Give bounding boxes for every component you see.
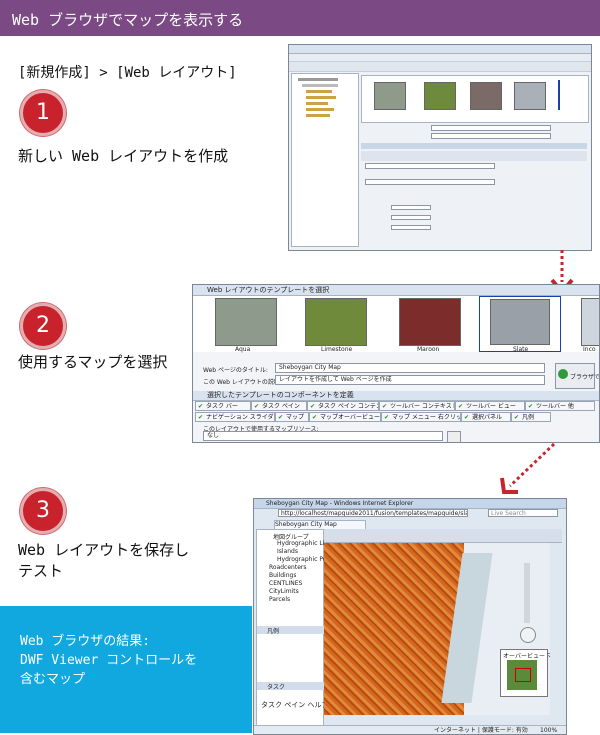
tab-task-pane[interactable]: タスク ペイン	[251, 401, 307, 411]
step-3-label-line1: Web レイアウトを保存し	[18, 541, 190, 559]
tab-toolbar-context[interactable]: ツールバー コンテキスト	[379, 401, 455, 411]
arrow-2-icon	[500, 442, 556, 494]
template-name-slate: Slate	[513, 346, 529, 353]
search-box[interactable]: Live Search	[488, 509, 558, 517]
step-3-badge: 3	[20, 488, 66, 534]
pan-control-icon[interactable]	[520, 627, 536, 643]
result-line-2: DWF Viewer コントロールを	[20, 653, 198, 668]
status-bar: インターネット | 保護モード: 有効 100%	[254, 725, 566, 734]
task-pane-title: タスク ペイン ヘルプ	[261, 701, 329, 709]
tab-toolbar-other[interactable]: ツールバー 他	[525, 401, 595, 411]
template-panel-title: Web レイアウトのテンプレートを選択	[193, 285, 599, 296]
preview-button[interactable]: ブラウザで表示	[555, 363, 599, 389]
zoom-level[interactable]: 100%	[540, 726, 557, 734]
result-line-1: Web ブラウザの結果:	[20, 634, 151, 649]
status-zone: インターネット | 保護モード: 有効	[434, 727, 528, 734]
page-header: Web ブラウザでマップを表示する	[0, 0, 600, 36]
tab-map[interactable]: マップ	[275, 412, 309, 422]
description-field[interactable]: レイアウトを作成して Web ページを作成	[275, 375, 545, 385]
map-view[interactable]: オーバービュー マップ	[324, 543, 550, 715]
map-toolbar	[324, 529, 562, 543]
step-3-label-line2: テスト	[18, 562, 64, 580]
breadcrumb: [新規作成] > [Web レイアウト]	[18, 65, 237, 81]
legend-header[interactable]: 凡例	[257, 626, 333, 634]
tab-navigation-slider[interactable]: ナビゲーション スライダ	[195, 412, 275, 422]
template-thumb-inco[interactable]	[581, 298, 599, 346]
screenshot-studio	[288, 44, 592, 251]
title-field[interactable]: Sheboygan City Map	[275, 363, 545, 373]
template-name-inco: Inco	[583, 346, 596, 353]
browser-title: Sheboygan City Map - Windows Internet Ex…	[254, 499, 566, 509]
overview-map[interactable]: オーバービュー マップ	[500, 649, 550, 697]
browse-button[interactable]	[447, 431, 461, 442]
tab-task-pane-content[interactable]: タスク ペイン コンテンツ	[307, 401, 379, 411]
result-line-3: 含むマップ	[20, 672, 86, 687]
step-1-label: 新しい Web レイアウトを作成	[18, 147, 229, 165]
screenshot-browser: Sheboygan City Map - Windows Internet Ex…	[253, 498, 567, 735]
tab-legend[interactable]: 凡例	[511, 412, 551, 422]
template-thumb-slate[interactable]	[479, 296, 561, 352]
title-label: Web ページのタイトル:	[203, 367, 268, 374]
template-name-maroon: Maroon	[417, 346, 440, 353]
tab-map-overview[interactable]: マップオーバービュー	[309, 412, 381, 422]
left-panel: 地図グループ Hydrographic Lines Islands Hydrog…	[256, 529, 346, 727]
tab-task-bar[interactable]: タスク バー	[195, 401, 251, 411]
template-thumb-maroon[interactable]	[399, 298, 461, 346]
result-box: Web ブラウザの結果: DWF Viewer コントロールを 含むマップ	[0, 606, 252, 733]
map-resource-select[interactable]: なし	[203, 431, 443, 441]
site-explorer	[291, 73, 359, 247]
preview-play-icon	[558, 369, 568, 379]
zoom-slider[interactable]	[524, 563, 530, 623]
template-name-limestone: Limestone	[321, 346, 353, 353]
step-2-label: 使用するマップを選択	[18, 353, 168, 371]
template-thumb-aqua[interactable]	[215, 298, 277, 346]
task-header[interactable]: タスク	[257, 682, 333, 690]
tab-map-context-menu[interactable]: マップ メニュー 右クリック	[381, 412, 461, 422]
tab-toolbar-view[interactable]: ツールバー ビュー	[455, 401, 525, 411]
page-title: Web ブラウザでマップを表示する	[12, 11, 244, 29]
description-label: この Web レイアウトの説明:	[203, 379, 282, 386]
template-name-aqua: Aqua	[235, 346, 251, 353]
step-1-badge: 1	[20, 90, 66, 136]
address-bar[interactable]: http://localhost/mapguide2011/fusion/tem…	[278, 509, 468, 517]
step-2-badge: 2	[20, 303, 66, 349]
tab-selection-panel[interactable]: 選択パネル	[461, 412, 511, 422]
screenshot-template-select: Web レイアウトのテンプレートを選択 Aqua Limestone Maroo…	[192, 284, 600, 443]
components-section-title: 選択したテンプレートのコンポーネントを定義	[193, 391, 599, 401]
template-thumb-limestone[interactable]	[305, 298, 367, 346]
